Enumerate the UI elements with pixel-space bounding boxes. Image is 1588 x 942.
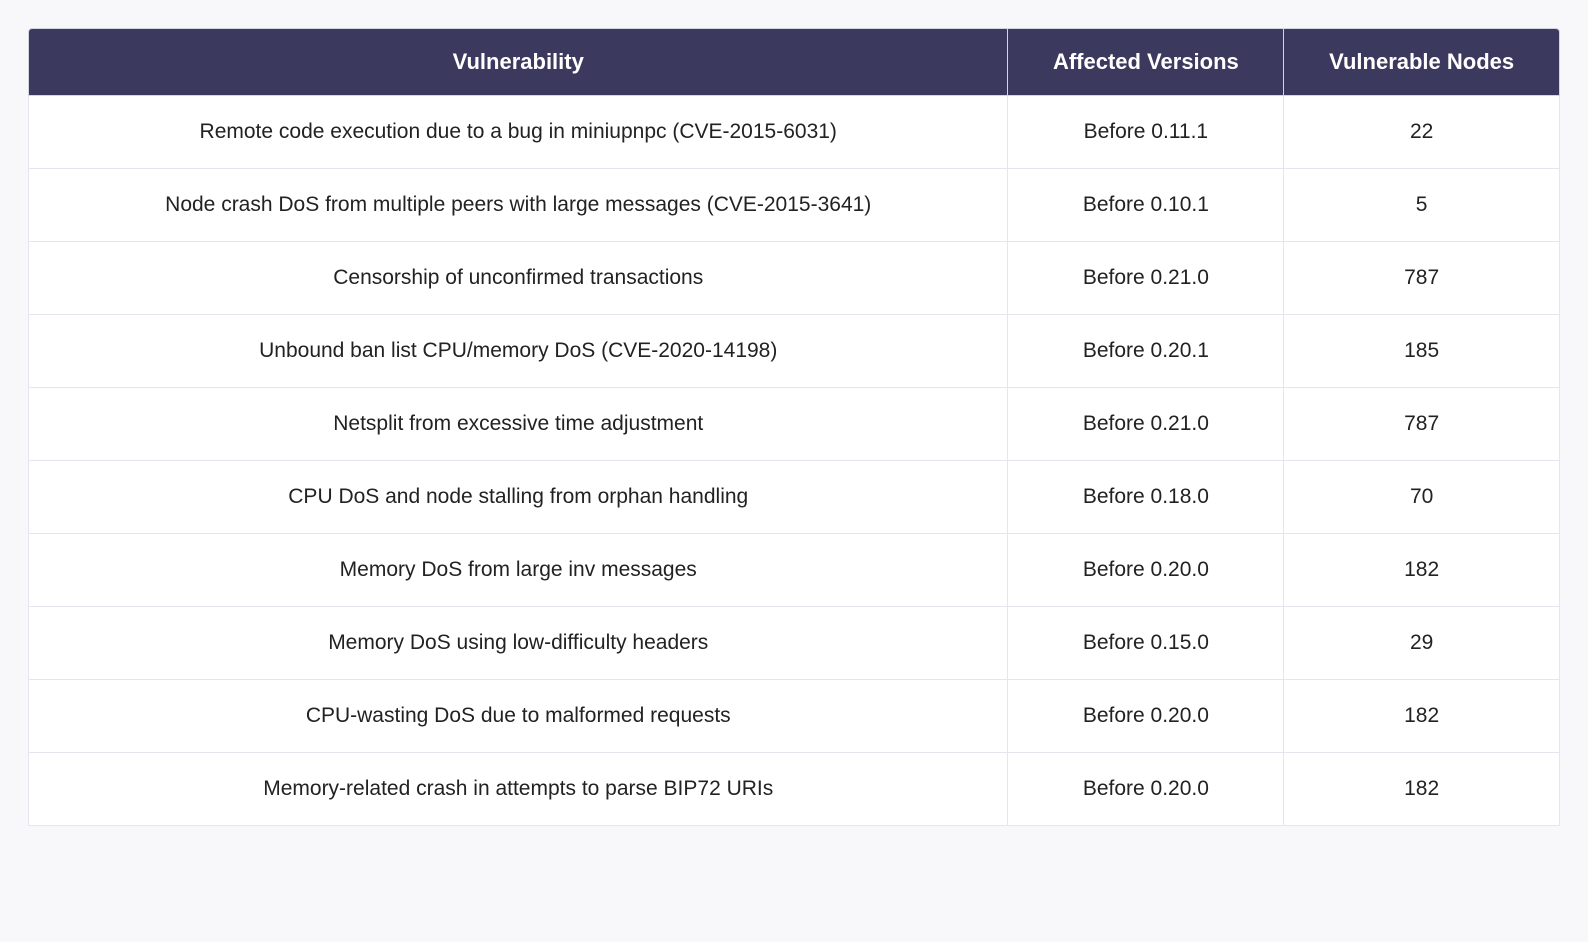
- cell-vulnerability: Memory DoS from large inv messages: [28, 534, 1008, 607]
- cell-vulnerability: Memory-related crash in attempts to pars…: [28, 753, 1008, 826]
- table-row: Memory DoS from large inv messagesBefore…: [28, 534, 1560, 607]
- table-body: Remote code execution due to a bug in mi…: [28, 96, 1560, 826]
- cell-vulnerability: Remote code execution due to a bug in mi…: [28, 96, 1008, 169]
- cell-affected-versions: Before 0.10.1: [1008, 169, 1284, 242]
- cell-vulnerable-nodes: 29: [1284, 607, 1560, 680]
- cell-vulnerable-nodes: 70: [1284, 461, 1560, 534]
- table-row: Memory DoS using low-difficulty headersB…: [28, 607, 1560, 680]
- header-vulnerability: Vulnerability: [28, 28, 1008, 96]
- cell-affected-versions: Before 0.20.0: [1008, 753, 1284, 826]
- table-row: Memory-related crash in attempts to pars…: [28, 753, 1560, 826]
- table-header-row: Vulnerability Affected Versions Vulnerab…: [28, 28, 1560, 96]
- table-row: Censorship of unconfirmed transactionsBe…: [28, 242, 1560, 315]
- cell-affected-versions: Before 0.11.1: [1008, 96, 1284, 169]
- table-row: CPU DoS and node stalling from orphan ha…: [28, 461, 1560, 534]
- cell-vulnerability: Memory DoS using low-difficulty headers: [28, 607, 1008, 680]
- cell-vulnerability: CPU-wasting DoS due to malformed request…: [28, 680, 1008, 753]
- cell-vulnerability: CPU DoS and node stalling from orphan ha…: [28, 461, 1008, 534]
- cell-vulnerability: Node crash DoS from multiple peers with …: [28, 169, 1008, 242]
- table-row: Unbound ban list CPU/memory DoS (CVE-202…: [28, 315, 1560, 388]
- table-row: Remote code execution due to a bug in mi…: [28, 96, 1560, 169]
- cell-affected-versions: Before 0.18.0: [1008, 461, 1284, 534]
- cell-affected-versions: Before 0.20.0: [1008, 534, 1284, 607]
- table-row: Node crash DoS from multiple peers with …: [28, 169, 1560, 242]
- cell-affected-versions: Before 0.20.0: [1008, 680, 1284, 753]
- cell-affected-versions: Before 0.20.1: [1008, 315, 1284, 388]
- cell-vulnerable-nodes: 182: [1284, 680, 1560, 753]
- cell-vulnerable-nodes: 787: [1284, 242, 1560, 315]
- cell-affected-versions: Before 0.15.0: [1008, 607, 1284, 680]
- cell-vulnerable-nodes: 787: [1284, 388, 1560, 461]
- cell-vulnerable-nodes: 185: [1284, 315, 1560, 388]
- cell-vulnerable-nodes: 182: [1284, 534, 1560, 607]
- header-affected-versions: Affected Versions: [1008, 28, 1284, 96]
- cell-vulnerable-nodes: 182: [1284, 753, 1560, 826]
- cell-vulnerability: Unbound ban list CPU/memory DoS (CVE-202…: [28, 315, 1008, 388]
- cell-affected-versions: Before 0.21.0: [1008, 242, 1284, 315]
- cell-affected-versions: Before 0.21.0: [1008, 388, 1284, 461]
- cell-vulnerability: Netsplit from excessive time adjustment: [28, 388, 1008, 461]
- cell-vulnerability: Censorship of unconfirmed transactions: [28, 242, 1008, 315]
- table-row: CPU-wasting DoS due to malformed request…: [28, 680, 1560, 753]
- vulnerabilities-table: Vulnerability Affected Versions Vulnerab…: [28, 28, 1560, 826]
- cell-vulnerable-nodes: 22: [1284, 96, 1560, 169]
- cell-vulnerable-nodes: 5: [1284, 169, 1560, 242]
- table-row: Netsplit from excessive time adjustmentB…: [28, 388, 1560, 461]
- vulnerabilities-table-wrapper: Vulnerability Affected Versions Vulnerab…: [28, 28, 1560, 826]
- header-vulnerable-nodes: Vulnerable Nodes: [1284, 28, 1560, 96]
